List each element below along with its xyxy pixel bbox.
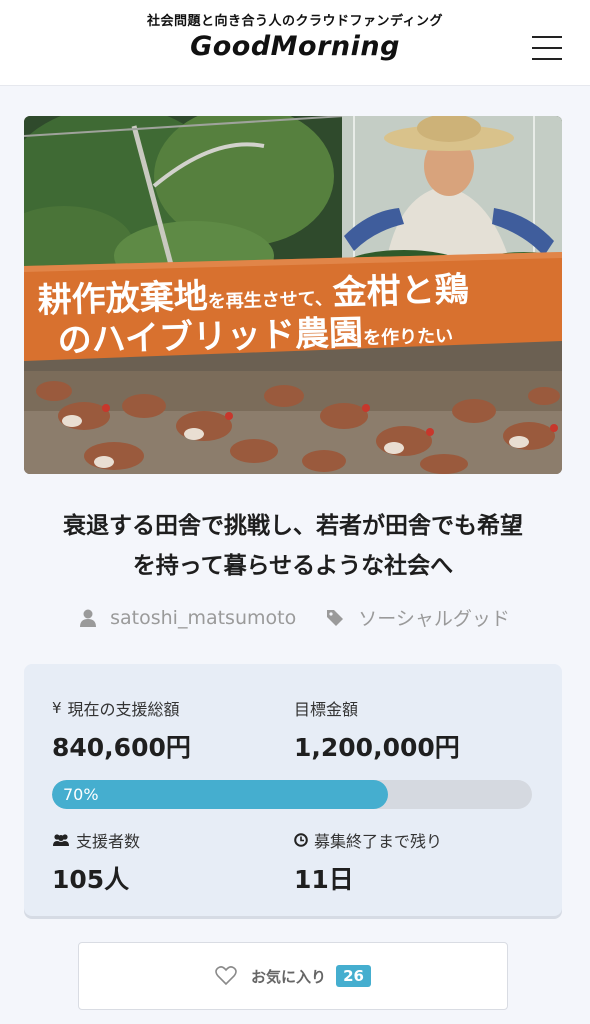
project-hero-image: 耕作放棄地を再生させて、金柑と鶏 のハイブリッド農園を作りたい (24, 116, 562, 474)
remaining-value: 11日 (294, 865, 354, 894)
site-header: 社会問題と向き合う人のクラウドファンディング GoodMorning (0, 0, 590, 86)
progress-bar: 70% (52, 780, 532, 809)
banner-text-4: のハイブリッド農園 (57, 313, 363, 361)
supporters-label: 支援者数 (52, 828, 140, 852)
project-title-line-2: を持って暮らせるような社会へ (132, 553, 454, 579)
user-icon (80, 609, 97, 627)
site-tagline: 社会問題と向き合う人のクラウドファンディング (146, 14, 444, 29)
remaining-label-text: 募集終了まで残り (314, 832, 443, 851)
author-name: satoshi_matsumoto (110, 606, 297, 629)
current-amount-value: 840,600円 (52, 733, 191, 762)
favorite-count-badge: 26 (336, 965, 371, 987)
yen-icon: ¥ (52, 699, 62, 717)
hero-photo: 耕作放棄地を再生させて、金柑と鶏 のハイブリッド農園を作りたい (24, 116, 562, 474)
banner-text-3: 金柑と鶏 (331, 270, 469, 314)
project-title: 衰退する田舎で挑戦し、若者が田舎でも希望 を持って暮らせるような社会へ (24, 506, 562, 586)
project-title-line-1: 衰退する田舎で挑戦し、若者が田舎でも希望 (63, 513, 523, 539)
target-amount-value: 1,200,000円 (294, 733, 460, 762)
progress-percent: 70% (63, 785, 99, 804)
banner-text-5: を作りたい (363, 325, 454, 349)
clock-icon (294, 833, 308, 847)
hamburger-menu-icon[interactable] (532, 36, 562, 60)
current-amount-label: ¥ 現在の支援総額 (52, 696, 180, 720)
current-amount-label-text: 現在の支援総額 (67, 700, 180, 719)
author-link[interactable]: satoshi_matsumoto (80, 607, 296, 629)
supporters-value: 105人 (52, 865, 130, 894)
site-logo: GoodMorning (190, 31, 400, 62)
project-meta: satoshi_matsumoto ソーシャルグッド (0, 604, 590, 632)
tag-icon (327, 609, 344, 626)
supporters-label-text: 支援者数 (76, 832, 141, 851)
heart-icon (215, 966, 237, 986)
category-link[interactable]: ソーシャルグッド (326, 604, 510, 631)
users-icon (52, 833, 70, 847)
remaining-label: 募集終了まで残り (294, 828, 442, 852)
favorite-label: お気に入り (251, 967, 327, 986)
favorite-button[interactable]: お気に入り 26 (78, 942, 508, 1010)
banner-text-1: 耕作放棄地 (37, 277, 208, 321)
banner-text-2: を再生させて、 (207, 287, 333, 312)
logo-link[interactable]: 社会問題と向き合う人のクラウドファンディング GoodMorning (0, 14, 590, 64)
funding-stats-panel: ¥ 現在の支援総額 840,600円 目標金額 1,200,000円 70% 支… (24, 664, 562, 916)
category-name: ソーシャルグッド (358, 608, 510, 630)
progress-bar-fill: 70% (52, 780, 388, 809)
target-amount-label: 目標金額 (294, 700, 359, 719)
